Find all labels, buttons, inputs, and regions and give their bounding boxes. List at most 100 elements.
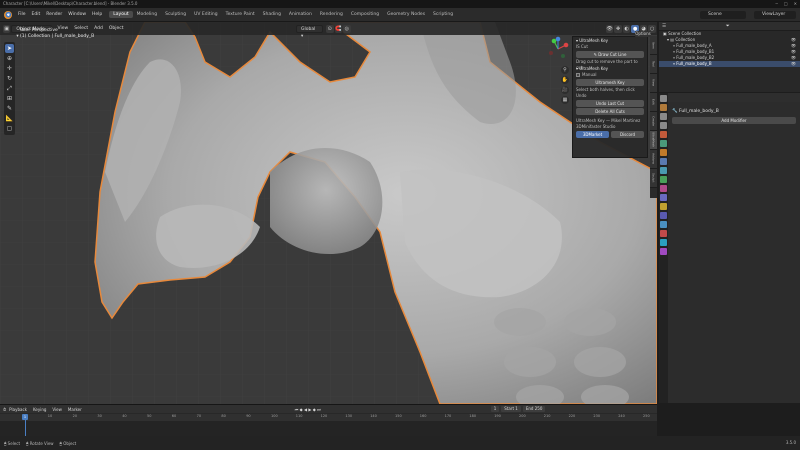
sidebar-tab-item[interactable]: Item xyxy=(650,36,657,55)
jump-end-icon[interactable]: ⏭ xyxy=(317,407,321,412)
properties-tab-icon[interactable] xyxy=(660,158,667,165)
close-button[interactable]: ✕ xyxy=(794,0,797,8)
properties-tab-icon[interactable] xyxy=(660,212,667,219)
zoom-icon[interactable]: ⚲ xyxy=(561,66,569,74)
proportional-edit-icon[interactable]: ◎ xyxy=(343,24,351,33)
pan-hand-icon[interactable]: ✋ xyxy=(561,76,569,84)
sidebar-tab-view[interactable]: View xyxy=(650,74,657,93)
workspace-tab-scripting[interactable]: Scripting xyxy=(429,11,457,18)
timeline-menu-view[interactable]: View xyxy=(49,407,65,412)
timeline-ruler[interactable]: 0102030405060708090100110120130140150160… xyxy=(0,414,657,421)
playhead-marker[interactable]: 1 xyxy=(22,414,28,420)
options-dropdown[interactable]: Options xyxy=(635,31,651,37)
scale-tool-icon[interactable]: ⤢ xyxy=(5,84,14,93)
workspace-tab-sculpting[interactable]: Sculpting xyxy=(161,11,190,18)
add-modifier-button[interactable]: Add Modifier xyxy=(672,117,796,124)
perspective-toggle-icon[interactable]: ▦ xyxy=(561,96,569,104)
menu-window[interactable]: Window xyxy=(65,12,89,17)
discord-button[interactable]: Discord xyxy=(611,131,644,138)
sidebar-tab-sculpt[interactable]: Sculpt xyxy=(650,169,657,188)
manual-checkbox-row[interactable]: Manual xyxy=(573,72,647,78)
properties-tab-icon[interactable] xyxy=(660,221,667,228)
properties-tab-icon[interactable] xyxy=(660,185,667,192)
visibility-icon[interactable]: 👁 xyxy=(605,24,614,33)
sidebar-tab-edit[interactable]: Edit xyxy=(650,93,657,112)
properties-tab-icon[interactable] xyxy=(660,239,667,246)
ultramesh-key-header[interactable]: ▾ UltraMesh Key xyxy=(573,65,647,72)
outliner-row-object-selected[interactable]: ▿ Full_male_body_B 👁 xyxy=(659,61,800,67)
timeline-menu-playback[interactable]: Playback xyxy=(6,407,30,412)
minimize-button[interactable]: ─ xyxy=(775,0,777,8)
properties-tab-icon[interactable] xyxy=(660,95,667,102)
properties-tab-icon[interactable] xyxy=(660,167,667,174)
workspace-tab-uv-editing[interactable]: UV Editing xyxy=(190,11,221,18)
play-reverse-icon[interactable]: ◀ xyxy=(304,407,307,412)
measure-tool-icon[interactable]: 📐 xyxy=(5,114,14,123)
cursor-tool-icon[interactable]: ⊕ xyxy=(5,54,14,63)
properties-tab-icon[interactable] xyxy=(660,149,667,156)
select-box-tool-icon[interactable]: ➤ xyxy=(5,44,14,53)
maximize-button[interactable]: □ xyxy=(784,0,788,8)
properties-tab-icon[interactable] xyxy=(660,176,667,183)
navigation-gizmo[interactable] xyxy=(545,36,571,62)
workspace-tab-layout[interactable]: Layout xyxy=(109,11,133,18)
add-cube-tool-icon[interactable]: ▢ xyxy=(5,124,14,133)
properties-tab-icon[interactable] xyxy=(660,248,667,255)
3d-viewport[interactable]: ▣ Object Mode ▾ View Select Add Object G… xyxy=(0,22,657,404)
outliner-editor-icon[interactable]: ☰ xyxy=(662,24,666,29)
prev-key-icon[interactable]: ◆ xyxy=(300,407,303,412)
orientation-dropdown[interactable]: Global ▾ xyxy=(295,24,323,39)
blender-logo-icon[interactable] xyxy=(4,10,12,19)
workspace-tab-geometry-nodes[interactable]: Geometry Nodes xyxy=(383,11,429,18)
marketplace-button[interactable]: 3DMarket xyxy=(576,131,609,138)
properties-tab-icon[interactable] xyxy=(660,131,667,138)
pivot-icon[interactable]: ⊙ xyxy=(325,24,334,33)
sidebar-tab-tool[interactable]: Tool xyxy=(650,55,657,74)
outliner-filter-icon[interactable]: ⏷ xyxy=(726,23,730,29)
start-frame-field[interactable]: Start 1 xyxy=(501,406,521,412)
draw-cut-line-button[interactable]: ✎ Draw Cut Line xyxy=(576,51,644,58)
play-icon[interactable]: ▶ xyxy=(308,407,311,412)
snap-icon[interactable]: 🧲 xyxy=(334,24,343,33)
sidebar-tab-addons[interactable]: Addons xyxy=(650,150,657,169)
timeline-track-area[interactable] xyxy=(0,421,657,437)
ultramesh-key-button[interactable]: Ultramesh Key xyxy=(576,79,644,86)
delete-all-cuts-button[interactable]: Delete All Cuts xyxy=(576,108,644,115)
properties-tab-icon[interactable] xyxy=(660,104,667,111)
scene-selector[interactable]: Scene xyxy=(700,11,746,19)
properties-tab-icon[interactable] xyxy=(660,203,667,210)
menu-edit[interactable]: Edit xyxy=(29,12,44,17)
end-frame-field[interactable]: End 250 xyxy=(522,406,546,412)
properties-tab-icon[interactable] xyxy=(660,140,667,147)
menu-help[interactable]: Help xyxy=(89,12,105,17)
menu-render[interactable]: Render xyxy=(43,12,65,17)
timeline-menu-keying[interactable]: Keying xyxy=(30,407,49,412)
object-name-field[interactable]: 🔧 Full_male_body_B xyxy=(672,108,796,115)
workspace-tab-shading[interactable]: Shading xyxy=(259,11,285,18)
menu-file[interactable]: File xyxy=(15,12,29,17)
jump-start-icon[interactable]: ⏮ xyxy=(295,407,299,412)
current-frame-field[interactable]: 1 xyxy=(490,406,500,412)
overlay-toggle-icon[interactable]: ◐ xyxy=(622,24,631,33)
properties-tab-icon[interactable] xyxy=(660,230,667,237)
manual-checkbox[interactable] xyxy=(576,73,580,77)
viewport-menu-object[interactable]: Object xyxy=(106,26,127,31)
next-key-icon[interactable]: ◆ xyxy=(313,407,316,412)
workspace-tab-modeling[interactable]: Modeling xyxy=(133,11,161,18)
workspace-tab-animation[interactable]: Animation xyxy=(285,11,316,18)
properties-tab-icon[interactable] xyxy=(660,122,667,129)
undo-last-cut-button[interactable]: Undo Last Cut xyxy=(576,100,644,107)
view-layer-selector[interactable]: ViewLayer xyxy=(754,11,796,19)
visibility-eye-icon[interactable]: 👁 xyxy=(791,61,796,67)
move-tool-icon[interactable]: ✛ xyxy=(5,64,14,73)
properties-tab-icon[interactable] xyxy=(660,194,667,201)
workspace-tab-compositing[interactable]: Compositing xyxy=(347,11,383,18)
sidebar-tab-ultramesh[interactable]: UltraMesh xyxy=(650,131,657,150)
viewport-scene[interactable] xyxy=(0,22,657,404)
transform-tool-icon[interactable]: ⊞ xyxy=(5,94,14,103)
gizmo-toggle-icon[interactable]: ✥ xyxy=(614,24,622,33)
workspace-tab-texture-paint[interactable]: Texture Paint xyxy=(222,11,259,18)
ultramesh-panel-header[interactable]: ▾ UltraMesh Key xyxy=(573,37,647,44)
camera-view-icon[interactable]: 🎥 xyxy=(561,86,569,94)
properties-tab-icon[interactable] xyxy=(660,113,667,120)
